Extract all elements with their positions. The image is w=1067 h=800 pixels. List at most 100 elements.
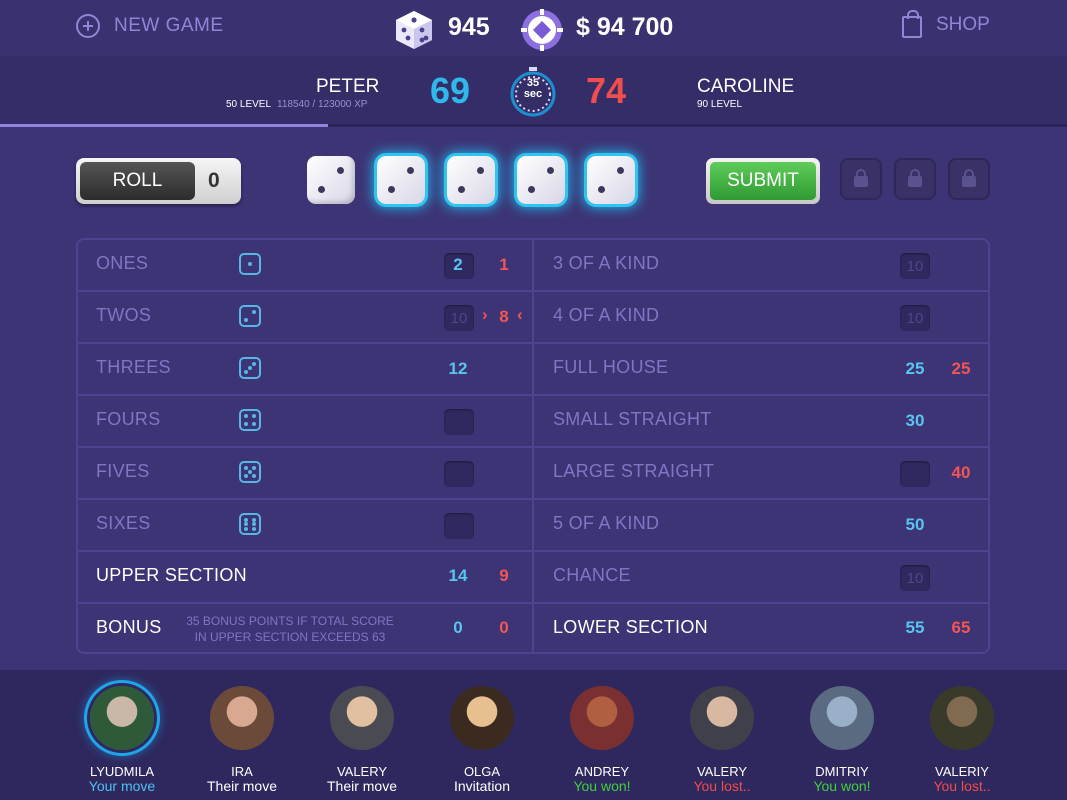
plus-circle-icon bbox=[76, 14, 100, 38]
lower-row-label: LARGE STRAIGHT bbox=[553, 461, 715, 481]
player-avatar[interactable] bbox=[930, 686, 994, 750]
die-pip bbox=[617, 166, 625, 174]
die-face-pip bbox=[248, 470, 252, 474]
lower-row-label: 3 OF A KIND bbox=[553, 253, 660, 273]
die-face-5-icon bbox=[239, 461, 261, 483]
lower-row-red: 40 bbox=[951, 463, 971, 482]
die-face-pip bbox=[251, 421, 256, 426]
lower-section-label: LOWER SECTION bbox=[553, 617, 708, 637]
new-game-label: NEW GAME bbox=[114, 15, 224, 36]
player-status: Their move bbox=[206, 778, 278, 794]
poker-chip-icon bbox=[521, 9, 563, 51]
player-avatar[interactable] bbox=[450, 686, 514, 750]
lock-icon bbox=[962, 169, 976, 187]
upper-section-red: 9 bbox=[499, 566, 509, 585]
player1-name: PETER bbox=[316, 76, 380, 97]
locked-slot bbox=[840, 158, 882, 200]
score-slot[interactable]: 10 bbox=[900, 305, 930, 331]
die-face-pip bbox=[251, 517, 256, 522]
die-face-pip bbox=[244, 421, 249, 426]
score-slot[interactable] bbox=[444, 513, 474, 539]
lower-row-label: FULL HOUSE bbox=[553, 357, 669, 377]
player-avatar[interactable] bbox=[810, 686, 874, 750]
die-face-4-icon bbox=[239, 409, 261, 431]
die-pip bbox=[527, 186, 535, 194]
score-slot[interactable]: 10 bbox=[900, 253, 930, 279]
die-face-2-icon bbox=[239, 305, 261, 327]
die-face-pip bbox=[251, 466, 256, 471]
submit-label[interactable]: SUBMIT bbox=[710, 162, 816, 200]
die-4[interactable] bbox=[517, 156, 565, 204]
lower-section-blue: 55 bbox=[905, 618, 925, 637]
player-name: OLGA bbox=[463, 764, 501, 779]
player-status: Their move bbox=[326, 778, 398, 794]
shop-button[interactable]: SHOP bbox=[902, 10, 990, 38]
player-status: Your move bbox=[88, 778, 156, 794]
die-3[interactable] bbox=[447, 156, 495, 204]
die-5[interactable] bbox=[587, 156, 635, 204]
bonus-note: 35 BONUS POINTS IF TOTAL SCORE IN UPPER … bbox=[186, 614, 394, 644]
player-avatar[interactable] bbox=[210, 686, 274, 750]
player-name: ANDREY bbox=[574, 764, 630, 779]
shop-label: SHOP bbox=[936, 14, 990, 35]
upper-row-label: SIXES bbox=[96, 513, 151, 533]
die-1[interactable] bbox=[307, 156, 355, 204]
score-slot[interactable]: 10 bbox=[444, 305, 474, 331]
money-balance: $ 94 700 bbox=[576, 13, 674, 41]
bonus-red: 0 bbox=[499, 618, 509, 637]
player-avatar[interactable] bbox=[570, 686, 634, 750]
die-face-pip bbox=[244, 526, 249, 531]
roll-count: 0 bbox=[208, 169, 220, 192]
player-avatar[interactable] bbox=[690, 686, 754, 750]
player-status: You lost.. bbox=[933, 778, 991, 794]
die-face-pip bbox=[248, 366, 252, 370]
player-name: VALERY bbox=[696, 764, 748, 779]
lower-row-label: CHANCE bbox=[553, 565, 631, 585]
player-avatar[interactable] bbox=[90, 686, 154, 750]
player-status: You won! bbox=[813, 778, 871, 794]
xp-progress-fill bbox=[0, 124, 328, 127]
upper-row-label: TWOS bbox=[96, 305, 152, 325]
die-face-pip bbox=[251, 310, 256, 315]
player-status: You won! bbox=[573, 778, 631, 794]
lower-row-label: SMALL STRAIGHT bbox=[553, 409, 712, 429]
die-pip bbox=[477, 166, 485, 174]
score-slot[interactable] bbox=[900, 461, 930, 487]
die-face-pip bbox=[251, 362, 256, 367]
lower-row-red: 25 bbox=[951, 359, 971, 378]
die-pip bbox=[407, 166, 415, 174]
chevron-right-icon: › bbox=[482, 305, 488, 324]
new-game-button[interactable]: NEW GAME bbox=[76, 14, 224, 38]
table-row-line bbox=[77, 290, 989, 292]
die-pip bbox=[317, 186, 325, 194]
lower-row-blue: 50 bbox=[905, 515, 925, 534]
die-face-3-icon bbox=[239, 357, 261, 379]
die-pip bbox=[597, 186, 605, 194]
player-name: VALERIY bbox=[935, 764, 989, 779]
die-face-pip bbox=[251, 526, 256, 531]
player1-level: 50 LEVEL bbox=[226, 99, 272, 110]
table-row-line bbox=[77, 342, 989, 344]
lower-row-label: 5 OF A KIND bbox=[553, 513, 660, 533]
lock-icon bbox=[854, 169, 868, 187]
die-face-pip bbox=[244, 522, 249, 526]
timer-unit: sec bbox=[523, 88, 543, 100]
die-face-pip bbox=[244, 517, 249, 522]
die-2[interactable] bbox=[377, 156, 425, 204]
die-face-1-icon bbox=[239, 253, 261, 275]
player-name: LYUDMILA bbox=[89, 764, 155, 779]
score-slot[interactable] bbox=[444, 409, 474, 435]
score-slot[interactable] bbox=[444, 461, 474, 487]
shopping-bag-icon bbox=[902, 10, 922, 38]
bonus-label: BONUS bbox=[96, 617, 162, 637]
score-slot[interactable]: 10 bbox=[900, 565, 930, 591]
upper-section-blue: 14 bbox=[448, 566, 468, 585]
player-name: IRA bbox=[231, 764, 253, 779]
player-avatar[interactable] bbox=[330, 686, 394, 750]
die-face-pip bbox=[244, 369, 249, 374]
upper-row-red: 1 bbox=[499, 255, 509, 274]
upper-row-label: ONES bbox=[96, 253, 149, 273]
table-row-line bbox=[77, 394, 989, 396]
roll-label[interactable]: ROLL bbox=[80, 162, 195, 200]
die-face-pip bbox=[244, 414, 249, 419]
